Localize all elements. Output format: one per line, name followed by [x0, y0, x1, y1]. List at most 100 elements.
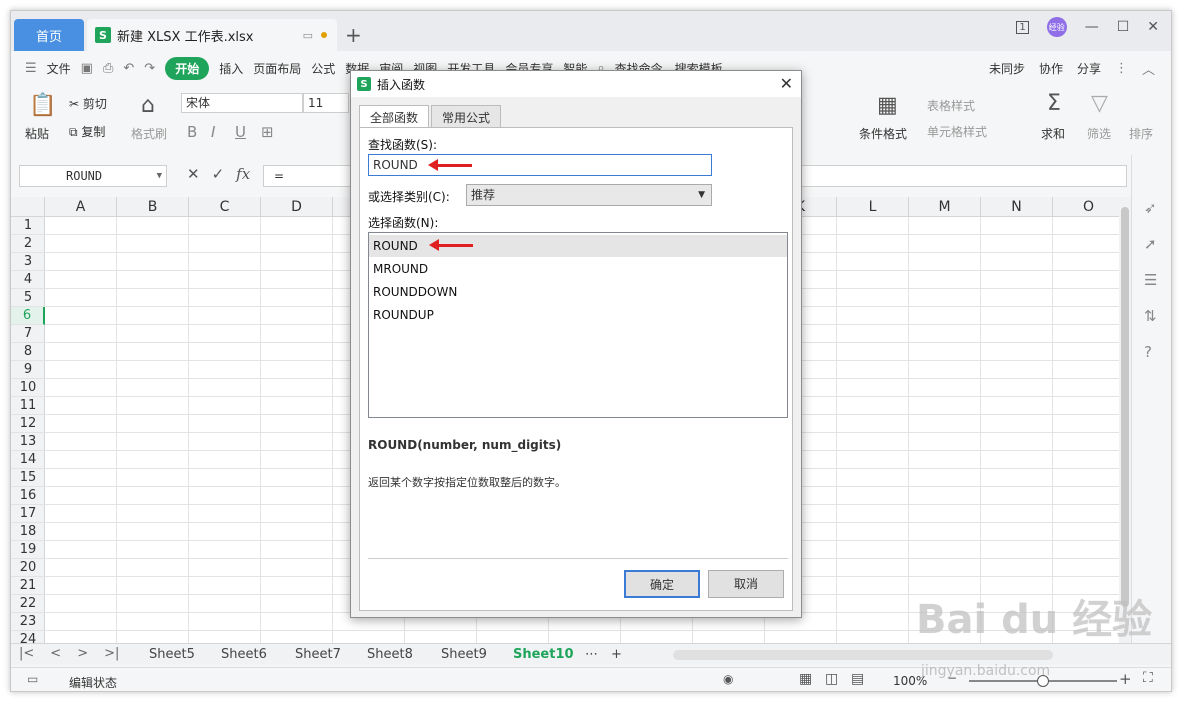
filter-icon[interactable]: ▽ [1091, 91, 1108, 116]
underline-icon[interactable]: U [235, 123, 246, 141]
maximize-icon[interactable]: ☐ [1117, 19, 1130, 35]
row-header[interactable]: 3 [11, 253, 45, 271]
paste-button[interactable]: 粘贴 [25, 125, 49, 142]
collapse-ribbon-icon[interactable]: ︿ [1142, 59, 1155, 78]
close-icon[interactable]: ✕ [780, 74, 793, 93]
sheet-tab[interactable]: Sheet9 [441, 647, 487, 662]
menu-formula[interactable]: 公式 [311, 60, 335, 77]
save-icon[interactable]: ▣ [81, 61, 93, 76]
paste-icon[interactable]: 📋 [29, 93, 56, 118]
zoom-in-icon[interactable]: + [1119, 670, 1132, 688]
function-list[interactable]: ROUND MROUND ROUNDDOWN ROUNDUP [368, 232, 788, 418]
bold-icon[interactable]: B [187, 123, 197, 141]
print-icon[interactable]: ⎙ [103, 61, 113, 76]
unsynced-button[interactable]: 未同步 [989, 60, 1025, 77]
cursor-icon[interactable]: ➚ [1144, 235, 1157, 253]
row-header[interactable]: 8 [11, 343, 45, 361]
sum-icon[interactable]: Σ [1047, 91, 1061, 116]
cancel-icon[interactable]: ✕ [187, 165, 200, 183]
fullscreen-icon[interactable]: ⛶ [1143, 670, 1153, 686]
eye-icon[interactable]: ◉ [723, 672, 733, 686]
fx-icon[interactable]: fx [236, 165, 250, 183]
row-header[interactable]: 11 [11, 397, 45, 415]
last-sheet-icon[interactable]: >| [104, 646, 119, 661]
column-header[interactable]: A [45, 197, 117, 217]
new-tab-button[interactable]: + [345, 23, 362, 47]
row-header[interactable]: 21 [11, 577, 45, 595]
list-item[interactable]: MROUND [369, 258, 787, 280]
menu-file[interactable]: 文件 [47, 60, 71, 77]
menu-insert[interactable]: 插入 [219, 60, 243, 77]
avatar[interactable]: 经验 [1046, 17, 1067, 37]
select-all-corner[interactable] [11, 197, 45, 217]
sum-button[interactable]: 求和 [1041, 125, 1065, 142]
row-header[interactable]: 17 [11, 505, 45, 523]
tab-file[interactable]: S 新建 XLSX 工作表.xlsx ▭ [87, 19, 337, 51]
row-header[interactable]: 18 [11, 523, 45, 541]
scroll-thumb[interactable] [1121, 207, 1129, 607]
column-header[interactable]: O [1053, 197, 1119, 217]
conditional-format-button[interactable]: 条件格式 [859, 125, 907, 142]
sheet-tab[interactable]: Sheet8 [367, 647, 413, 662]
sheet-tab-active[interactable]: Sheet10 [513, 647, 574, 662]
row-header[interactable]: 13 [11, 433, 45, 451]
menu-page-layout[interactable]: 页面布局 [253, 60, 301, 77]
hamburger-icon[interactable]: ☰ [25, 61, 37, 76]
more-icon[interactable]: ⋮ [1115, 61, 1128, 76]
prev-sheet-icon[interactable]: < [50, 646, 61, 661]
row-header[interactable]: 6 [11, 307, 45, 325]
row-header[interactable]: 7 [11, 325, 45, 343]
sheet-tab[interactable]: Sheet6 [221, 647, 267, 662]
share-button[interactable]: 分享 [1077, 60, 1101, 77]
rocket-icon[interactable]: ➶ [1144, 199, 1157, 217]
monitor-icon[interactable]: ▭ [303, 29, 313, 42]
column-header[interactable]: B [117, 197, 189, 217]
row-header[interactable]: 1 [11, 217, 45, 235]
row-header[interactable]: 12 [11, 415, 45, 433]
window-count-badge[interactable]: 1 [1016, 20, 1029, 34]
menu-start[interactable]: 开始 [165, 56, 210, 80]
add-sheet-icon[interactable]: + [611, 647, 622, 662]
copy-button[interactable]: ⧉ 复制 [69, 123, 105, 140]
column-header[interactable]: M [909, 197, 981, 217]
confirm-icon[interactable]: ✓ [212, 165, 225, 183]
zoom-slider[interactable] [969, 675, 1117, 687]
horizontal-scrollbar[interactable] [673, 650, 1053, 660]
tab-home[interactable]: 首页 [14, 19, 84, 51]
redo-icon[interactable]: ↷ [144, 61, 155, 76]
cancel-button[interactable]: 取消 [708, 570, 784, 598]
more-sheets-icon[interactable]: ⋯ [585, 647, 598, 662]
italic-icon[interactable]: I [211, 123, 215, 141]
row-header[interactable]: 9 [11, 361, 45, 379]
row-header[interactable]: 20 [11, 559, 45, 577]
ok-button[interactable]: 确定 [624, 570, 700, 598]
table-style-button[interactable]: 表格样式 [927, 97, 975, 114]
vertical-scrollbar[interactable] [1119, 197, 1131, 643]
list-item[interactable]: ROUNDDOWN [369, 281, 787, 303]
row-header[interactable]: 24 [11, 631, 45, 643]
font-size-select[interactable]: 11 [303, 93, 349, 113]
sort-panel-icon[interactable]: ⇅ [1144, 307, 1157, 325]
macro-icon[interactable]: ▭ [27, 672, 38, 686]
row-header[interactable]: 2 [11, 235, 45, 253]
page-break-icon[interactable]: ▤ [851, 671, 864, 687]
tab-all-functions[interactable]: 全部函数 [359, 105, 430, 127]
settings-sliders-icon[interactable]: ☰ [1144, 271, 1157, 289]
column-header[interactable]: L [837, 197, 909, 217]
chevron-down-icon[interactable]: ▼ [157, 166, 162, 186]
column-header[interactable]: C [189, 197, 261, 217]
tab-common-formulas[interactable]: 常用公式 [431, 105, 502, 127]
row-header[interactable]: 23 [11, 613, 45, 631]
row-header[interactable]: 5 [11, 289, 45, 307]
function-search-input[interactable]: ROUND [368, 154, 712, 176]
cut-button[interactable]: ✂ 剪切 [69, 95, 107, 112]
undo-icon[interactable]: ↶ [123, 61, 134, 76]
filter-button[interactable]: 筛选 [1087, 125, 1111, 142]
border-icon[interactable]: ⊞ [261, 123, 274, 141]
normal-view-icon[interactable]: ▦ [799, 671, 812, 687]
conditional-format-icon[interactable]: ▦ [877, 93, 898, 118]
collab-button[interactable]: 协作 [1039, 60, 1063, 77]
row-header[interactable]: 4 [11, 271, 45, 289]
column-header[interactable]: N [981, 197, 1053, 217]
row-header[interactable]: 15 [11, 469, 45, 487]
